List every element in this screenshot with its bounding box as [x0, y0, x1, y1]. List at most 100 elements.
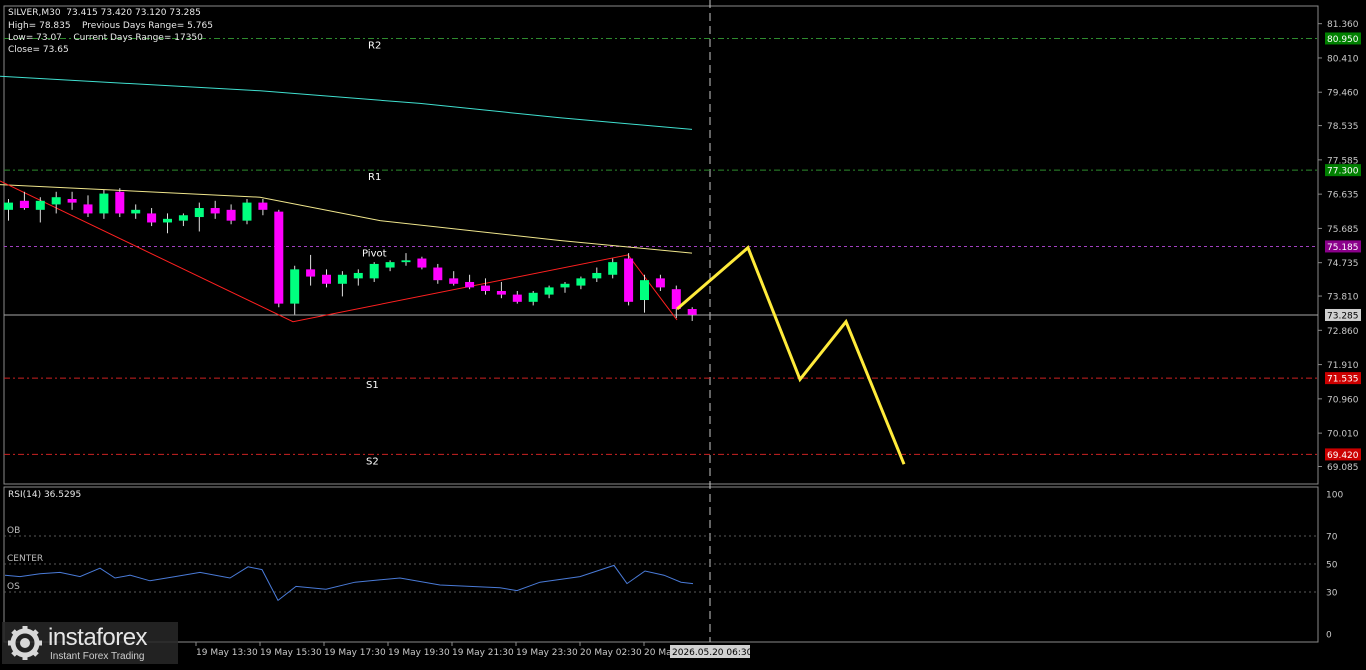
main-plot-frame: [3, 5, 1319, 485]
candle-bear: [624, 258, 634, 302]
candle-bull: [353, 272, 363, 279]
candle-bear: [322, 274, 331, 284]
rsi-tick-label: 0: [1326, 631, 1332, 641]
candle-bear: [67, 199, 77, 203]
time-tick-label: 19 May 17:30: [324, 648, 386, 658]
current-price-label: 73.285: [1327, 311, 1359, 321]
logo-tagline: Instant Forex Trading: [50, 651, 145, 662]
candle-bear: [433, 267, 443, 281]
candle-bull: [51, 197, 61, 205]
candle-bull: [560, 283, 570, 288]
rsi-tick-label: 50: [1326, 561, 1338, 571]
rsi-level-label-center: CENTER: [7, 554, 43, 564]
candle-bull: [576, 278, 586, 286]
rsi-line: [4, 564, 694, 602]
price-tick-label: 69.085: [1327, 463, 1359, 473]
chart-canvas[interactable]: R2 80.950 R1 77.300 Pivot 75.185 S1 71.535 S2 69.…: [0, 0, 1366, 666]
price-tick-label: 75.685: [1327, 225, 1359, 235]
candle-bull: [163, 218, 172, 223]
candle-bull: [178, 215, 188, 221]
level-price-label: 71.535: [1327, 375, 1359, 385]
candle-bull: [385, 262, 395, 268]
candle-bull: [608, 262, 618, 275]
candle-bull: [242, 202, 252, 221]
price-tick-label: 74.735: [1327, 259, 1359, 269]
candle-bear: [274, 211, 284, 304]
candle-bull: [592, 272, 602, 279]
price-tick-label: 81.360: [1327, 20, 1359, 30]
price-tick-label: 73.810: [1327, 293, 1359, 303]
candle-bear: [512, 294, 522, 302]
candle-bear: [210, 208, 220, 214]
candle-bull: [290, 269, 300, 304]
candle-bear: [226, 209, 236, 221]
time-tick-label: 19 May 15:30: [260, 648, 322, 658]
time-tick-label: 20 May 02:30: [580, 648, 642, 658]
candle-bull: [401, 260, 411, 263]
brand-logo: instaforex Instant Forex Trading: [2, 622, 178, 664]
candle-bear: [19, 200, 29, 209]
price-tick-label: 79.460: [1327, 89, 1359, 99]
price-tick-label: 76.635: [1327, 191, 1359, 201]
candle-bear: [687, 309, 697, 315]
symbol-line: SILVER,M30 73.415 73.420 73.120 73.285: [8, 8, 201, 18]
forecast-path: [676, 245, 906, 465]
time-tick-label: 19 May 19:30: [388, 648, 450, 658]
price-tick-label: 71.910: [1327, 361, 1359, 371]
candle-bear: [481, 285, 490, 291]
moving-average-slow: [0, 75, 693, 130]
time-tick-label: 19 May 23:30: [516, 648, 578, 658]
price-tick-label: 70.960: [1327, 395, 1359, 405]
candle-bull: [99, 193, 109, 214]
candle-bull: [35, 200, 45, 210]
candle-bear: [83, 204, 93, 214]
candle-bull: [337, 274, 347, 284]
candle-bull: [544, 287, 554, 295]
rsi-tick-label: 100: [1326, 491, 1343, 501]
level-name-pivot: Pivot: [362, 248, 387, 259]
candle-bear: [655, 278, 665, 288]
level-name-r2: R2: [368, 40, 381, 51]
level-price-label: 77.300: [1327, 167, 1359, 177]
candle-bull: [369, 263, 379, 279]
level-name-s2: S2: [366, 456, 379, 467]
rsi-label: RSI(14) 36.5295: [8, 490, 82, 500]
price-tick-label: 80.410: [1327, 54, 1359, 64]
candle-bull: [194, 208, 204, 218]
candle-bull: [640, 280, 649, 301]
candle-bear: [306, 269, 316, 277]
candle-bear: [115, 191, 125, 214]
price-tick-label: 72.860: [1327, 327, 1359, 337]
current-time-label: 2026.05.20 06:30: [672, 648, 753, 658]
candle-bear: [417, 258, 427, 268]
price-tick-label: 70.010: [1327, 430, 1359, 440]
chart-window: R2 80.950 R1 77.300 Pivot 75.185 S1 71.535 S2 69.…: [0, 0, 1366, 666]
time-tick-label: 19 May 21:30: [452, 648, 514, 658]
candle-bear: [449, 278, 459, 284]
price-tick-label: 78.535: [1327, 122, 1359, 132]
time-tick-label: 19 May 13:30: [196, 648, 258, 658]
level-price-label: 80.950: [1327, 35, 1359, 45]
rsi-tick-label: 70: [1326, 533, 1338, 543]
level-name-s1: S1: [366, 380, 379, 391]
candle-bull: [131, 209, 141, 214]
rsi-level-label-os: OS: [7, 582, 20, 592]
candle-bear: [147, 213, 157, 223]
candle-bear: [258, 202, 268, 210]
candle-bull: [528, 292, 538, 302]
logo-wordmark: instaforex: [48, 624, 148, 651]
rsi-tick-label: 30: [1326, 589, 1338, 599]
candle-bear: [496, 290, 506, 295]
level-name-r1: R1: [368, 172, 381, 183]
level-price-label: 75.185: [1327, 243, 1359, 253]
close-line: Close= 73.65: [8, 45, 69, 55]
price-tick-label: 77.585: [1327, 156, 1359, 166]
low-line: Low= 73.07 Current Days Range= 17350: [8, 33, 203, 43]
time-tick-label: 20 Ma: [644, 648, 672, 658]
high-line: High= 78.835 Previous Days Range= 5.765: [8, 21, 213, 31]
candle-bull: [4, 202, 13, 210]
candle-bear: [465, 281, 475, 288]
instaforex-logo-icon: [8, 626, 42, 660]
level-price-label: 69.420: [1327, 451, 1359, 461]
rsi-level-label-ob: OB: [7, 526, 20, 536]
